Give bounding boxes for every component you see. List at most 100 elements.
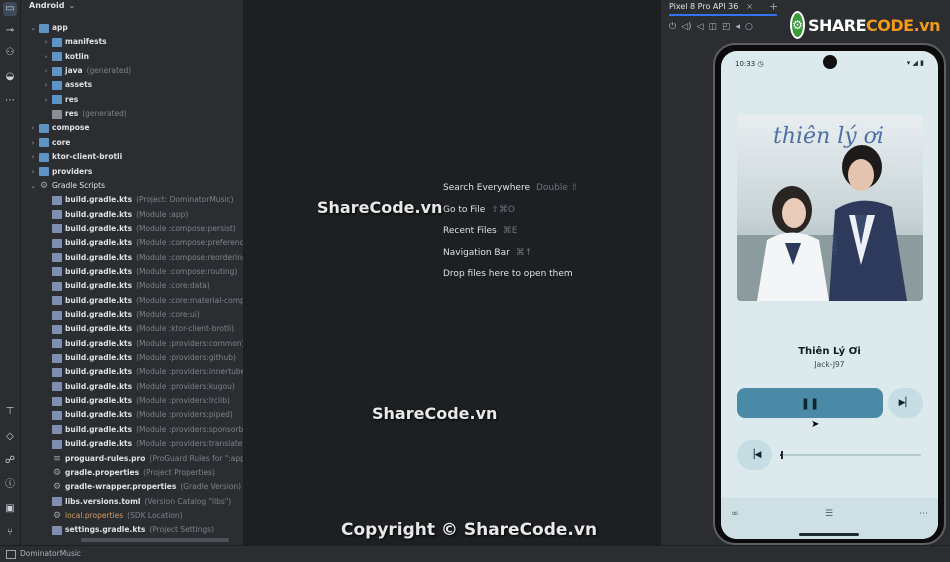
volume-up-icon[interactable]: ◁) <box>681 20 691 34</box>
chevron-right-icon[interactable]: › <box>29 165 37 179</box>
tree-item[interactable]: build.gradle.kts (Module :providers:piped… <box>21 408 233 422</box>
gesture-home-indicator[interactable] <box>799 533 859 536</box>
gradle-file-icon <box>52 525 62 535</box>
editor-empty-area[interactable]: Search Everywhere Double ⇧ Go to File ⇧⌘O … <box>244 0 660 545</box>
project-view-title: Android <box>29 1 65 10</box>
tree-item-label: build.gradle.kts <box>65 195 133 205</box>
phone-screen[interactable]: 10:33 ◷ ▾ ◢ ▮ thiên lý ơi Jack-J97 Thiên… <box>721 51 938 539</box>
tree-item-label: build.gradle.kts <box>65 338 133 348</box>
tree-item-label: build.gradle.kts <box>65 209 133 219</box>
tree-item[interactable]: build.gradle.kts (Module :core:ui) <box>21 308 200 322</box>
tree-item[interactable]: settings.gradle.kts (Project Settings) <box>21 523 214 537</box>
tree-item[interactable]: res (generated) <box>21 107 127 121</box>
tree-item[interactable]: build.gradle.kts (Module :providers:commo… <box>21 337 243 351</box>
tree-item[interactable]: build.gradle.kts (Module :ktor-client-bro… <box>21 322 234 336</box>
next-button[interactable]: ▶▏ <box>888 388 923 418</box>
tree-item[interactable]: build.gradle.kts (Module :app) <box>21 208 188 222</box>
tree-item[interactable]: ⚙ gradle-wrapper.properties (Gradle Versio… <box>21 480 241 494</box>
tree-item[interactable]: build.gradle.kts (Module :compose:prefere… <box>21 236 243 250</box>
chevron-right-icon[interactable]: › <box>42 50 50 64</box>
home-icon[interactable]: ○ <box>745 20 753 34</box>
chevron-right-icon[interactable]: › <box>29 121 37 135</box>
tree-item[interactable]: ≡ proguard-rules.pro (ProGuard Rules for "… <box>21 452 243 466</box>
close-icon[interactable]: × <box>746 2 753 11</box>
add-device-icon[interactable]: + <box>769 0 778 13</box>
gear-icon: ⚙ <box>52 467 62 478</box>
tree-item[interactable]: build.gradle.kts (Module :compose:persist… <box>21 222 236 236</box>
pause-button[interactable]: ❚❚ <box>737 388 883 418</box>
gear-icon: ⚙ <box>39 180 49 191</box>
hint-navigation-bar: Navigation Bar ⌘↑ <box>443 246 532 260</box>
chevron-right-icon[interactable]: › <box>42 35 50 49</box>
tree-item[interactable]: › compose <box>21 121 90 135</box>
device-tab[interactable]: Pixel 8 Pro API 36 × <box>669 0 777 16</box>
tree-item-label: proguard-rules.pro <box>65 453 146 463</box>
terminal-icon[interactable]: ▣ <box>3 502 17 516</box>
tree-item[interactable]: › ktor-client-brotli <box>21 150 122 164</box>
tree-item[interactable]: ⌄ app <box>21 21 68 35</box>
tree-item[interactable]: › core <box>21 136 70 150</box>
chevron-right-icon[interactable]: › <box>42 64 50 78</box>
tree-item[interactable]: build.gradle.kts (Module :core:material-c… <box>21 294 243 308</box>
back-icon[interactable]: ◂ <box>736 20 741 34</box>
power-icon[interactable]: ⏻ <box>669 20 676 34</box>
tree-item-label: gradle-wrapper.properties <box>65 482 177 492</box>
seek-bar-thumb[interactable] <box>781 451 784 459</box>
tree-item-note: (Module :core:data) <box>136 281 210 291</box>
android-icon[interactable]: ◒ <box>3 70 17 84</box>
structure-icon[interactable]: ⚇ <box>3 46 17 60</box>
tree-item[interactable]: build.gradle.kts (Module :providers:inner… <box>21 365 243 379</box>
tree-item[interactable]: build.gradle.kts (Module :core:data) <box>21 279 210 293</box>
tree-item[interactable]: ⚙ gradle.properties (Project Properties) <box>21 466 215 480</box>
tree-item[interactable]: › kotlin <box>21 50 89 64</box>
tree-item-note: (Module :compose:routing) <box>136 266 238 276</box>
tree-item[interactable]: libs.versions.toml (Version Catalog "libs… <box>21 495 231 509</box>
tree-item[interactable]: › res <box>21 93 78 107</box>
chevron-right-icon[interactable]: › <box>42 93 50 107</box>
tree-item[interactable]: ⌄ ⚙ Gradle Scripts <box>21 179 105 193</box>
git-icon[interactable]: ⑂ <box>3 526 17 540</box>
gradle-file-icon <box>52 439 62 449</box>
tree-item[interactable]: build.gradle.kts (Project: DominatorMusic… <box>21 193 234 207</box>
chevron-right-icon[interactable]: › <box>29 150 37 164</box>
tree-item[interactable]: › assets <box>21 78 92 92</box>
previous-button[interactable]: ▕◀ <box>737 440 772 470</box>
gem-icon[interactable]: ◇ <box>3 430 17 444</box>
tree-item[interactable]: › java (generated) <box>21 64 131 78</box>
more-icon[interactable]: ⋯ <box>3 94 17 108</box>
chevron-down-icon[interactable]: ⌄ <box>29 179 37 193</box>
tree-item[interactable]: ⚙ local.properties (SDK Location) <box>21 509 183 523</box>
gradle-file-icon <box>52 238 62 248</box>
rotate-left-icon[interactable]: ◫ <box>708 20 717 34</box>
build-hammer-icon[interactable]: ⊤ <box>3 405 17 419</box>
status-project-name[interactable]: DominatorMusic <box>20 549 81 558</box>
queue-icon[interactable]: ☰ <box>825 509 833 519</box>
tree-item[interactable]: › providers <box>21 165 92 179</box>
tree-item[interactable]: build.gradle.kts (Module :providers:trans… <box>21 437 243 451</box>
volume-down-icon[interactable]: ◁ <box>697 20 704 34</box>
tree-scrollbar-horizontal[interactable] <box>81 538 229 542</box>
tree-item[interactable]: › manifests <box>21 35 107 49</box>
ide-status-bar: DominatorMusic <box>0 545 950 562</box>
commit-icon[interactable]: ⊸ <box>3 24 17 38</box>
tree-item[interactable]: build.gradle.kts (Module :compose:routing… <box>21 265 237 279</box>
seek-bar[interactable] <box>780 451 921 459</box>
tree-item[interactable]: build.gradle.kts (Module :providers:spons… <box>21 423 243 437</box>
logcat-icon[interactable]: ☍ <box>3 454 17 468</box>
sharecode-logo: ⚙ SHARECODE.vn <box>790 10 940 40</box>
chevron-right-icon[interactable]: › <box>42 78 50 92</box>
problems-icon[interactable]: ⓘ <box>3 478 17 492</box>
tree-item[interactable]: build.gradle.kts (Module :providers:kugou… <box>21 380 235 394</box>
folder-icon <box>52 66 62 76</box>
more-options-icon[interactable]: ⋯ <box>919 509 928 519</box>
tree-item[interactable]: build.gradle.kts (Module :compose:reorder… <box>21 251 243 265</box>
tree-item[interactable]: build.gradle.kts (Module :providers:githu… <box>21 351 236 365</box>
tree-item-label: assets <box>65 80 93 90</box>
project-folder-icon[interactable]: ▭ <box>3 2 17 16</box>
chevron-right-icon[interactable]: › <box>29 136 37 150</box>
rotate-right-icon[interactable]: ◰ <box>722 20 731 34</box>
project-view-selector[interactable]: Android ⌄ <box>29 0 75 12</box>
tree-item[interactable]: build.gradle.kts (Module :providers:lrcli… <box>21 394 230 408</box>
repeat-icon[interactable]: ∞ <box>731 509 739 519</box>
chevron-down-icon[interactable]: ⌄ <box>29 21 37 35</box>
